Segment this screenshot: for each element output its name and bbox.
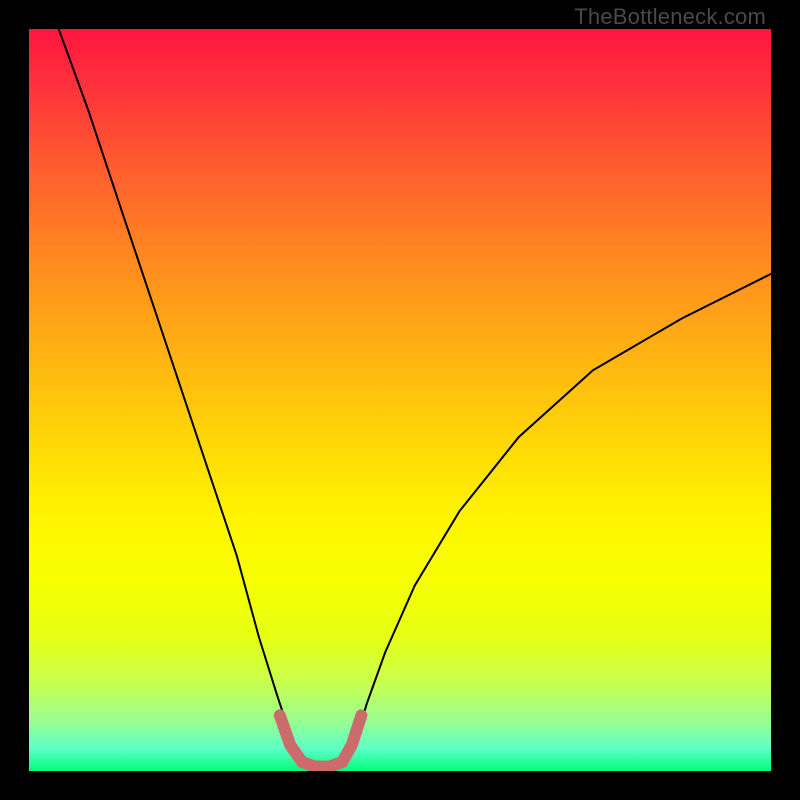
chart-svg bbox=[29, 29, 771, 771]
chart-frame: TheBottleneck.com bbox=[0, 0, 800, 800]
watermark-text: TheBottleneck.com bbox=[574, 4, 766, 30]
bottleneck-curve bbox=[59, 29, 771, 771]
plot-area bbox=[29, 29, 771, 771]
optimal-zone-marker bbox=[280, 715, 362, 766]
